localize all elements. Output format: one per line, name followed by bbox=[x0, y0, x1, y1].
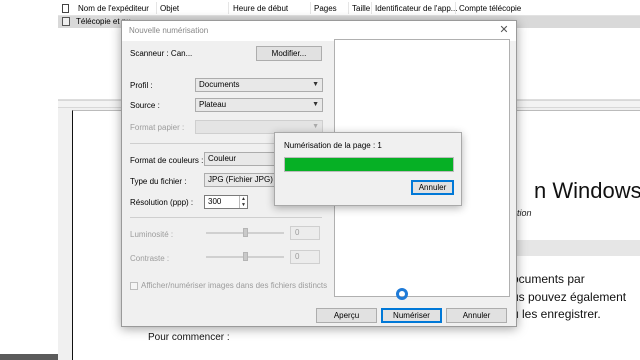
column-header-sender[interactable]: Nom de l'expéditeur bbox=[78, 4, 149, 13]
document-title: n Windows® bbox=[534, 178, 640, 203]
taskbar-edge bbox=[0, 354, 58, 360]
contrast-value[interactable]: 0 bbox=[290, 250, 320, 264]
spin-arrows-icon[interactable]: ▲ ▼ bbox=[239, 196, 247, 208]
document-paragraph-line: ocuments par bbox=[512, 272, 585, 286]
separate-files-label: Afficher/numériser images dans des fichi… bbox=[141, 281, 328, 290]
column-separator bbox=[228, 2, 229, 14]
file-type-value: JPG (Fichier JPG) bbox=[208, 175, 273, 184]
column-header-start-time[interactable]: Heure de début bbox=[233, 4, 288, 13]
dialog-title: Nouvelle numérisation bbox=[129, 26, 209, 35]
column-header-fax-account[interactable]: Compte télécopie bbox=[459, 4, 521, 13]
close-icon[interactable]: ✕ bbox=[497, 23, 511, 37]
chevron-down-icon: ▼ bbox=[312, 101, 319, 108]
fax-icon bbox=[62, 17, 70, 26]
contrast-slider-thumb[interactable] bbox=[243, 252, 248, 261]
document-paragraph-line: u les enregistrer. bbox=[512, 307, 601, 321]
document-start-text: Pour commencer : bbox=[148, 332, 230, 343]
column-header-app-id[interactable]: Identificateur de l'app... bbox=[375, 4, 457, 13]
scan-button[interactable]: Numériser bbox=[381, 308, 442, 323]
brightness-slider-thumb[interactable] bbox=[243, 228, 248, 237]
profile-select[interactable]: Documents ▼ bbox=[195, 78, 323, 92]
column-separator bbox=[371, 2, 372, 14]
chevron-down-icon: ▼ bbox=[312, 81, 319, 88]
brightness-label: Luminosité : bbox=[130, 230, 174, 239]
progress-bar bbox=[284, 157, 454, 172]
busy-cursor-icon bbox=[396, 288, 408, 300]
resolution-value: 300 bbox=[208, 197, 222, 206]
file-type-label: Type du fichier : bbox=[130, 177, 187, 186]
document-band bbox=[512, 240, 640, 256]
file-icon bbox=[62, 4, 69, 13]
color-format-label: Format de couleurs : bbox=[130, 156, 204, 165]
divider bbox=[130, 217, 322, 218]
progress-bar-fill bbox=[285, 158, 453, 171]
scan-progress-dialog: Numérisation de la page : 1 Annuler bbox=[274, 132, 462, 206]
paper-format-label: Format papier : bbox=[130, 123, 185, 132]
dialog-title-bar: Nouvelle numérisation ✕ bbox=[122, 21, 516, 41]
column-separator bbox=[156, 2, 157, 14]
profile-value: Documents bbox=[199, 80, 240, 89]
cancel-button[interactable]: Annuler bbox=[446, 308, 507, 323]
progress-message: Numérisation de la page : 1 bbox=[284, 141, 382, 150]
column-separator bbox=[455, 2, 456, 14]
source-select[interactable]: Plateau ▼ bbox=[195, 98, 323, 112]
profile-label: Profil : bbox=[130, 81, 153, 90]
column-separator bbox=[348, 2, 349, 14]
progress-cancel-button[interactable]: Annuler bbox=[411, 180, 454, 195]
preview-button[interactable]: Aperçu bbox=[316, 308, 377, 323]
column-header-subject[interactable]: Objet bbox=[160, 4, 179, 13]
resolution-stepper[interactable]: 300 ▲ ▼ bbox=[204, 195, 248, 209]
brightness-value[interactable]: 0 bbox=[290, 226, 320, 240]
column-header-size[interactable]: Taille bbox=[352, 4, 370, 13]
column-header-pages[interactable]: Pages bbox=[314, 4, 337, 13]
resolution-label: Résolution (ppp) : bbox=[130, 198, 194, 207]
column-separator bbox=[310, 2, 311, 14]
contrast-label: Contraste : bbox=[130, 254, 170, 263]
separate-files-checkbox[interactable] bbox=[130, 282, 138, 290]
scanner-label: Scanneur : Can... bbox=[130, 49, 193, 58]
document-paragraph-line: us pouvez également bbox=[512, 290, 627, 304]
source-value: Plateau bbox=[199, 100, 227, 109]
left-strip bbox=[0, 0, 58, 360]
color-format-value: Couleur bbox=[208, 154, 237, 163]
modify-scanner-button[interactable]: Modifier... bbox=[256, 46, 322, 61]
source-label: Source : bbox=[130, 101, 160, 110]
